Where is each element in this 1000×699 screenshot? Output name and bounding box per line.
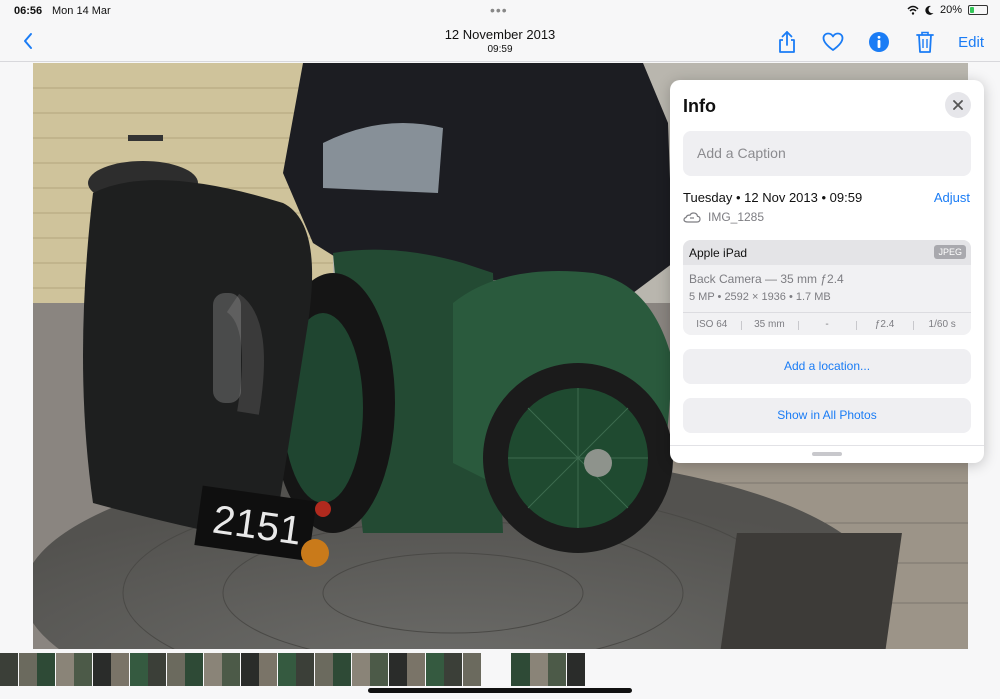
back-chevron-icon[interactable] — [18, 30, 40, 52]
wifi-icon — [907, 5, 919, 15]
photo-date: Tuesday • 12 Nov 2013 • 09:59 — [683, 190, 863, 205]
photo-thumbnail[interactable] — [185, 653, 203, 686]
nav-title: 12 November 2013 — [444, 27, 556, 42]
photo-thumbnail[interactable] — [426, 653, 444, 686]
photo-thumbnail[interactable] — [241, 653, 259, 686]
close-icon — [953, 100, 963, 110]
add-location-button[interactable]: Add a location... — [683, 349, 971, 384]
format-badge: JPEG — [934, 245, 966, 259]
photo-thumbnail[interactable] — [370, 653, 388, 686]
photo-thumbnail[interactable] — [148, 653, 166, 686]
file-name: IMG_1285 — [708, 210, 765, 224]
exif-iso: ISO 64 — [696, 318, 728, 330]
info-title: Info — [683, 96, 716, 116]
show-in-all-photos-button[interactable]: Show in All Photos — [683, 398, 971, 433]
photo-thumbnail[interactable] — [315, 653, 333, 686]
photo-thumbnail[interactable] — [167, 653, 185, 686]
photo-thumbnail[interactable] — [37, 653, 55, 686]
photo-thumbnail[interactable] — [259, 653, 277, 686]
status-indicators: 20% — [907, 4, 988, 16]
battery-fill — [970, 7, 974, 13]
file-name-row: IMG_1285 — [683, 210, 764, 224]
edit-button[interactable]: Edit — [958, 34, 984, 51]
photo-thumbnail[interactable] — [0, 653, 18, 686]
heart-icon[interactable] — [820, 29, 846, 55]
photo-thumbnail[interactable] — [407, 653, 425, 686]
info-icon[interactable] — [866, 29, 892, 55]
device-name: Apple iPad — [689, 246, 748, 260]
photo-thumbnail[interactable] — [93, 653, 111, 686]
image-specs: 5 MP • 2592 × 1936 • 1.7 MB — [689, 291, 831, 303]
battery-percent: 20% — [939, 4, 962, 16]
camera-info: Back Camera — 35 mm ƒ2.4 — [689, 272, 844, 286]
photo-thumbnail[interactable] — [56, 653, 74, 686]
photo-thumbnail[interactable] — [530, 653, 548, 686]
photo-thumbnail[interactable] — [222, 653, 240, 686]
exif-shutter-speed: 1/60 s — [913, 319, 971, 330]
photo-thumbnail[interactable] — [548, 653, 566, 686]
photo-thumbnail[interactable] — [444, 653, 462, 686]
photo-thumbnail[interactable] — [130, 653, 148, 686]
status-time: 06:56 — [14, 5, 43, 17]
trash-icon[interactable] — [912, 29, 938, 55]
status-date: Mon 14 Mar — [52, 5, 111, 17]
panel-divider — [670, 445, 984, 446]
photo-thumbnail[interactable] — [278, 653, 296, 686]
photo-thumbnail[interactable] — [204, 653, 222, 686]
photo-thumbnail[interactable] — [296, 653, 314, 686]
close-button[interactable] — [945, 92, 971, 118]
cloud-icon — [683, 212, 701, 223]
moon-icon — [925, 5, 934, 15]
thumbnail-strip[interactable] — [0, 650, 1000, 687]
battery-icon — [968, 5, 988, 15]
adjust-date-button[interactable]: Adjust — [934, 190, 970, 205]
photo-thumbnail[interactable] — [333, 653, 351, 686]
photo-thumbnail[interactable] — [567, 653, 585, 686]
device-card: Apple iPad JPEG Back Camera — 35 mm ƒ2.4… — [683, 240, 971, 335]
photo-thumbnail[interactable] — [74, 653, 92, 686]
exif-focal-length: 35 mm — [740, 319, 799, 330]
multitasking-dots-icon[interactable]: ••• — [490, 2, 508, 18]
exif-exposure-bias: - — [798, 319, 856, 330]
panel-grabber[interactable] — [812, 452, 842, 456]
home-indicator[interactable] — [368, 688, 632, 693]
nav-subtitle: 09:59 — [487, 44, 513, 55]
exif-aperture: ƒ2.4 — [855, 319, 914, 330]
caption-input[interactable]: Add a Caption — [683, 131, 971, 176]
photo-thumbnail[interactable] — [111, 653, 129, 686]
share-icon[interactable] — [774, 29, 800, 55]
exif-row: ISO 64 35 mm - ƒ2.4 1/60 s — [683, 312, 971, 335]
photo-thumbnail[interactable] — [352, 653, 370, 686]
photo-thumbnail[interactable] — [19, 653, 37, 686]
nav-bar: 12 November 2013 09:59 Edit — [0, 22, 1000, 62]
photo-date-title: 12 November 2013 09:59 — [350, 27, 650, 55]
photo-thumbnail[interactable] — [389, 653, 407, 686]
photo-thumbnail[interactable] — [463, 653, 481, 686]
device-header: Apple iPad JPEG — [683, 240, 971, 265]
status-bar: 06:56 Mon 14 Mar ••• 20% — [0, 0, 1000, 22]
info-panel: Info Add a Caption Tuesday • 12 Nov 2013… — [670, 80, 984, 463]
toolbar-actions: Edit — [774, 29, 984, 55]
